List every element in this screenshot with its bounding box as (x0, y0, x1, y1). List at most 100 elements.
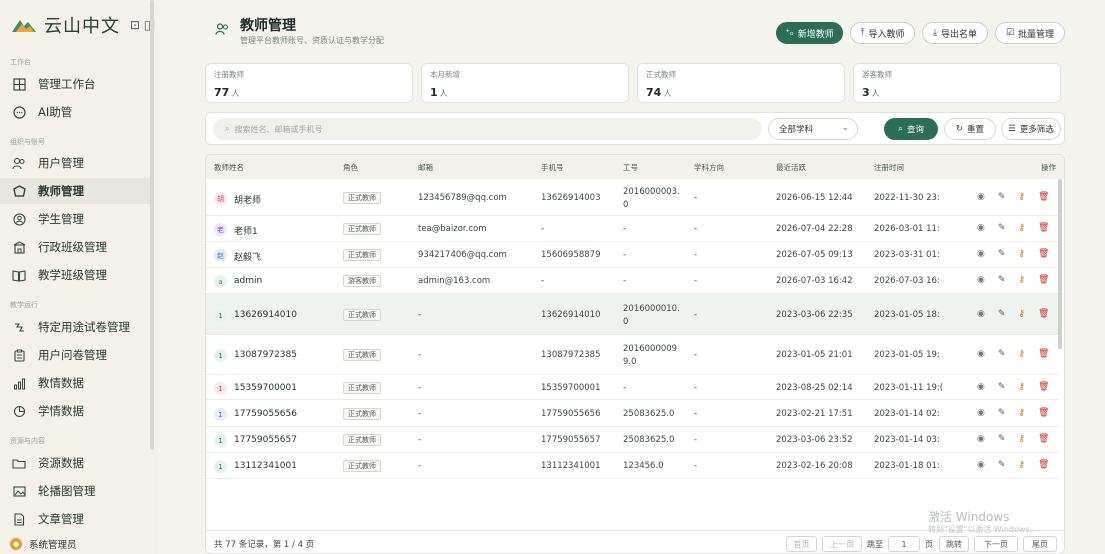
batch-manage-button[interactable]: ☑ 批量管理 (995, 22, 1065, 44)
key-icon[interactable]: ⚷ (1018, 309, 1025, 319)
table-row[interactable]: 1 13087972385 正式教师 - 13087972385 2016000009 9.… (206, 335, 1059, 375)
view-icon[interactable]: ◉ (977, 249, 985, 259)
table-row[interactable]: 1 13626914010 正式教师 - 13626914010 2016000010. 0… (206, 294, 1059, 335)
last-page-button[interactable]: 尾页 (1023, 536, 1057, 552)
table-row[interactable]: 1 17759055656 正式教师 - 17759055656 25083625.0 - 2… (206, 400, 1059, 427)
table-row[interactable]: 1 17759055657 正式教师 - 17759055657 25083625.0 - 2… (206, 427, 1059, 453)
col-subject[interactable]: 学科方向 (694, 162, 724, 173)
key-icon[interactable]: ⚷ (1018, 192, 1025, 202)
add-teacher-button[interactable]: ⁺ₒ 新增教师 (776, 22, 843, 44)
view-icon[interactable]: ◉ (977, 460, 985, 470)
more-filters-button[interactable]: ☰ 更多筛选 (1001, 118, 1061, 140)
view-icon[interactable]: ◉ (977, 382, 985, 392)
sidebar-scrollbar[interactable] (150, 0, 154, 450)
next-page-button[interactable]: 下一页 (974, 536, 1018, 552)
edit-icon[interactable]: ✎ (998, 309, 1006, 319)
query-button[interactable]: ⌕ 查询 (884, 118, 938, 140)
table-row[interactable]: a admin 游客教师 admin@163.com - - - 2026-07-03 16:… (206, 268, 1059, 294)
teacher-name[interactable]: 13112341001 (234, 461, 297, 471)
table-scrollbar[interactable] (1058, 179, 1062, 349)
sidebar-item-learning-data[interactable]: 学情数据 (0, 398, 150, 424)
col-registered[interactable]: 注册时间 (874, 162, 904, 173)
table-row[interactable]: 1 13112341001 正式教师 - 13112341001 123456.0 - 202… (206, 453, 1059, 479)
delete-icon[interactable]: 🗑 (1038, 460, 1049, 470)
teacher-name[interactable]: 15359700001 (234, 383, 297, 393)
teacher-name[interactable]: 赵毅飞 (234, 250, 261, 263)
table-row[interactable]: 1 15359700001 正式教师 - 15359700001 - - 2023-08-25… (206, 375, 1059, 400)
delete-icon[interactable]: 🗑 (1038, 249, 1049, 259)
sidebar-item-articles[interactable]: 文章管理 (0, 506, 150, 532)
teacher-name[interactable]: 13087972385 (234, 350, 297, 360)
delete-icon[interactable]: 🗑 (1038, 382, 1049, 392)
view-icon[interactable]: ◉ (977, 223, 985, 233)
jump-button[interactable]: 跳转 (939, 536, 969, 552)
teacher-name[interactable]: admin (234, 276, 262, 286)
key-icon[interactable]: ⚷ (1018, 223, 1025, 233)
edit-icon[interactable]: ✎ (998, 249, 1006, 259)
view-icon[interactable]: ◉ (977, 408, 985, 418)
delete-icon[interactable]: 🗑 (1038, 309, 1049, 319)
edit-icon[interactable]: ✎ (998, 275, 1006, 285)
key-icon[interactable]: ⚷ (1018, 434, 1025, 444)
key-icon[interactable]: ⚷ (1018, 275, 1025, 285)
teacher-name[interactable]: 胡老师 (234, 193, 261, 206)
view-icon[interactable]: ◉ (977, 192, 985, 202)
sidebar-item-admin-classes[interactable]: 行政班级管理 (0, 234, 150, 260)
edit-icon[interactable]: ✎ (998, 192, 1006, 202)
col-phone[interactable]: 手机号 (541, 162, 564, 173)
table-row[interactable]: 老老师1 正式教师 tea@baizor.com - - - 2026-07-04 22:2… (206, 216, 1059, 242)
delete-icon[interactable]: 🗑 (1038, 408, 1049, 418)
teacher-name[interactable]: 17759055657 (234, 435, 297, 445)
sidebar-item-students[interactable]: 学生管理 (0, 206, 150, 232)
key-icon[interactable]: ⚷ (1018, 249, 1025, 259)
key-icon[interactable]: ⚷ (1018, 349, 1025, 359)
edit-icon[interactable]: ✎ (998, 434, 1006, 444)
search-input[interactable]: ⌕ 搜索姓名、邮箱或手机号 (213, 118, 762, 140)
import-teachers-button[interactable]: ⤒ 导入教师 (850, 22, 915, 44)
teacher-name[interactable]: 老师1 (234, 224, 258, 237)
col-email[interactable]: 邮箱 (418, 162, 433, 173)
edit-icon[interactable]: ✎ (998, 223, 1006, 233)
sidebar-item-dashboard[interactable]: 管理工作台 (0, 71, 150, 97)
export-list-button[interactable]: ⤓ 导出名单 (922, 22, 988, 44)
view-icon[interactable]: ◉ (977, 434, 985, 444)
col-last-active[interactable]: 最近活跃 (776, 162, 806, 173)
sidebar-item-teaching-classes[interactable]: 教学班级管理 (0, 262, 150, 288)
key-icon[interactable]: ⚷ (1018, 408, 1025, 418)
subject-select[interactable]: 全部学科 ⌄ (768, 118, 858, 140)
sidebar-item-resource-data[interactable]: 资源数据 (0, 450, 150, 476)
logo[interactable]: 云山中文 ⊡ ◫ (10, 12, 155, 38)
col-name[interactable]: 教师姓名 (214, 162, 244, 173)
delete-icon[interactable]: 🗑 (1038, 223, 1049, 233)
sidebar-item-ai-assistant[interactable]: AI助管 (0, 99, 150, 125)
sidebar-item-teaching-data[interactable]: 教情数据 (0, 370, 150, 396)
current-user[interactable]: ● 系统管理员 (10, 537, 77, 551)
prev-page-button[interactable]: 上一页 (822, 536, 862, 552)
teacher-name[interactable]: 13626914010 (234, 310, 297, 320)
delete-icon[interactable]: 🗑 (1038, 192, 1049, 202)
edit-icon[interactable]: ✎ (998, 408, 1006, 418)
first-page-button[interactable]: 首页 (786, 536, 817, 552)
reset-button[interactable]: ↻ 重置 (944, 118, 996, 140)
sidebar-item-questionnaires[interactable]: 用户问卷管理 (0, 342, 150, 368)
table-row[interactable]: 胡胡老师 正式教师 123456789@qq.com 13626914003 20160… (206, 179, 1059, 216)
key-icon[interactable]: ⚷ (1018, 382, 1025, 392)
edit-icon[interactable]: ✎ (998, 349, 1006, 359)
page-number-input[interactable]: 1 (888, 536, 920, 552)
sidebar-item-users[interactable]: 用户管理 (0, 150, 150, 176)
edit-icon[interactable]: ✎ (998, 460, 1006, 470)
delete-icon[interactable]: 🗑 (1038, 349, 1049, 359)
sidebar-item-teachers[interactable]: 教师管理 (0, 178, 150, 204)
key-icon[interactable]: ⚷ (1018, 460, 1025, 470)
col-role[interactable]: 角色 (343, 162, 358, 173)
teacher-name[interactable]: 17759055656 (234, 409, 297, 419)
edit-icon[interactable]: ✎ (998, 382, 1006, 392)
delete-icon[interactable]: 🗑 (1038, 434, 1049, 444)
view-icon[interactable]: ◉ (977, 275, 985, 285)
col-employee-id[interactable]: 工号 (623, 162, 638, 173)
view-icon[interactable]: ◉ (977, 349, 985, 359)
table-row[interactable]: 赵赵毅飞 正式教师 934217406@qq.com 15606958879 - - 202… (206, 242, 1059, 268)
sidebar-item-carousel[interactable]: 轮播图管理 (0, 478, 150, 504)
delete-icon[interactable]: 🗑 (1038, 275, 1049, 285)
view-icon[interactable]: ◉ (977, 309, 985, 319)
